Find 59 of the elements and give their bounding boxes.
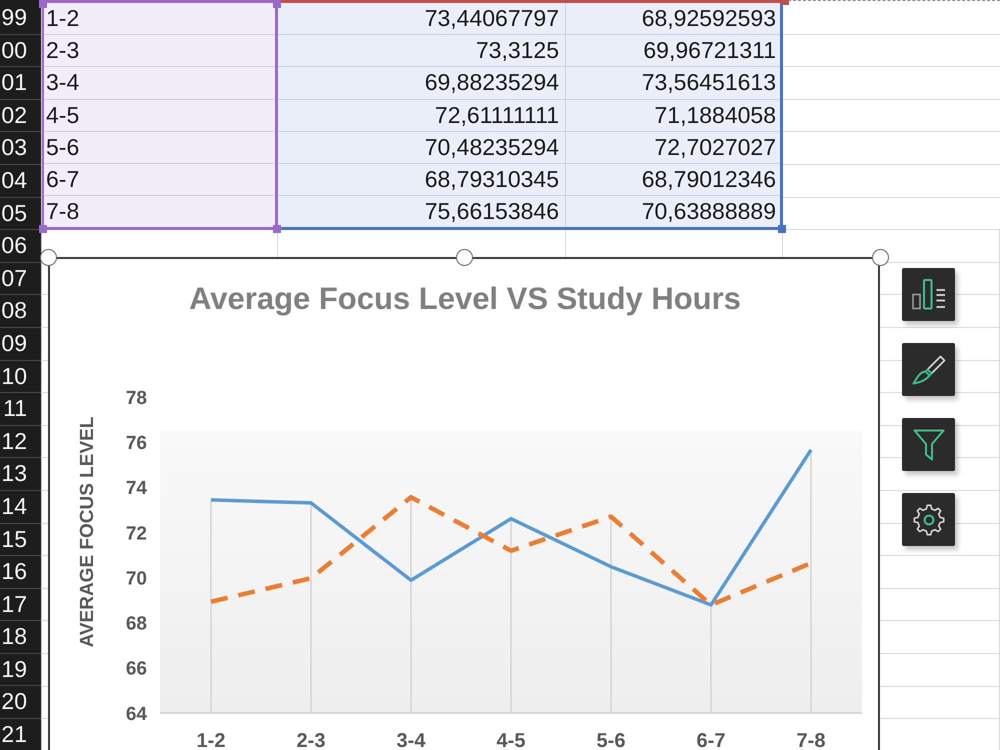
row-header: 12 <box>0 426 41 458</box>
row-header: 00 <box>0 34 41 68</box>
table-cell: 73,44067797 <box>278 3 566 34</box>
row-header: 10 <box>0 360 41 394</box>
toolbar-button[interactable] <box>902 343 955 396</box>
table-cell: 3-4 <box>44 67 275 100</box>
y-tick-label: 72 <box>126 523 147 544</box>
y-tick-label: 78 <box>126 388 147 409</box>
x-tick-label: 7-8 <box>796 730 826 750</box>
table-cell: 73,3125 <box>278 35 566 66</box>
toolbar-button[interactable] <box>902 418 955 471</box>
table-cell: 5-6 <box>44 132 275 164</box>
range-handle[interactable] <box>778 225 786 234</box>
row-header: 15 <box>0 524 41 556</box>
x-tick-label: 5-6 <box>596 730 626 750</box>
x-tick-label: 6-7 <box>696 730 726 750</box>
x-tick-label: 1-2 <box>196 730 226 750</box>
table-cell: 72,61111111 <box>278 100 566 131</box>
table-cell-text: 72,7027027 <box>653 132 777 162</box>
bar-chart-icon <box>912 279 946 310</box>
x-tick-label: 3-4 <box>396 730 426 750</box>
table-cell-text: 7-8 <box>45 197 80 226</box>
y-tick-label: 70 <box>126 568 147 590</box>
filter-icon <box>912 428 944 460</box>
table-cell: 68,79310345 <box>278 164 566 196</box>
table-cell: 70,48235294 <box>278 132 566 163</box>
range-handle[interactable] <box>39 0 47 8</box>
table-cell-text: 68,92592593 <box>640 4 777 34</box>
table-cell-text: 71,1884058 <box>653 100 777 130</box>
toolbar-button[interactable] <box>902 268 955 321</box>
y-tick-label: 68 <box>126 614 147 635</box>
table-cell: 4-5 <box>44 100 275 132</box>
resize-handle[interactable] <box>40 249 57 266</box>
table-cell-text: 73,56451613 <box>640 68 777 98</box>
range-handle[interactable] <box>39 225 47 234</box>
table-cell-text: 70,63888889 <box>640 197 777 226</box>
y-axis-title: AVERAGE FOCUS LEVEL <box>76 416 98 648</box>
table-cell: 2-3 <box>44 35 275 68</box>
resize-handle[interactable] <box>872 249 889 266</box>
chart-title: Average Focus Level VS Study Hours <box>189 281 741 316</box>
x-tick-label: 4-5 <box>496 730 526 750</box>
table-cell: 6-7 <box>44 164 275 196</box>
row-header: 05 <box>0 198 41 230</box>
x-tick-label: 2-3 <box>296 730 326 750</box>
table-cell-text: 69,96721311 <box>642 36 777 66</box>
settings-icon <box>912 504 944 536</box>
brush-icon <box>912 354 946 384</box>
range-handle[interactable] <box>273 225 281 234</box>
resize-handle[interactable] <box>456 249 473 266</box>
row-header: 17 <box>0 588 41 622</box>
table-cell: 69,88235294 <box>278 67 566 99</box>
table-cell: 75,66153846 <box>278 196 566 228</box>
range-handle[interactable] <box>273 0 281 8</box>
y-tick-label: 74 <box>126 478 147 500</box>
y-tick-label: 66 <box>126 658 147 680</box>
toolbar-button[interactable] <box>902 493 955 546</box>
y-tick-label: 76 <box>126 432 147 454</box>
y-tick-label: 64 <box>126 704 147 725</box>
table-cell-text: 68,79012346 <box>640 164 777 194</box>
